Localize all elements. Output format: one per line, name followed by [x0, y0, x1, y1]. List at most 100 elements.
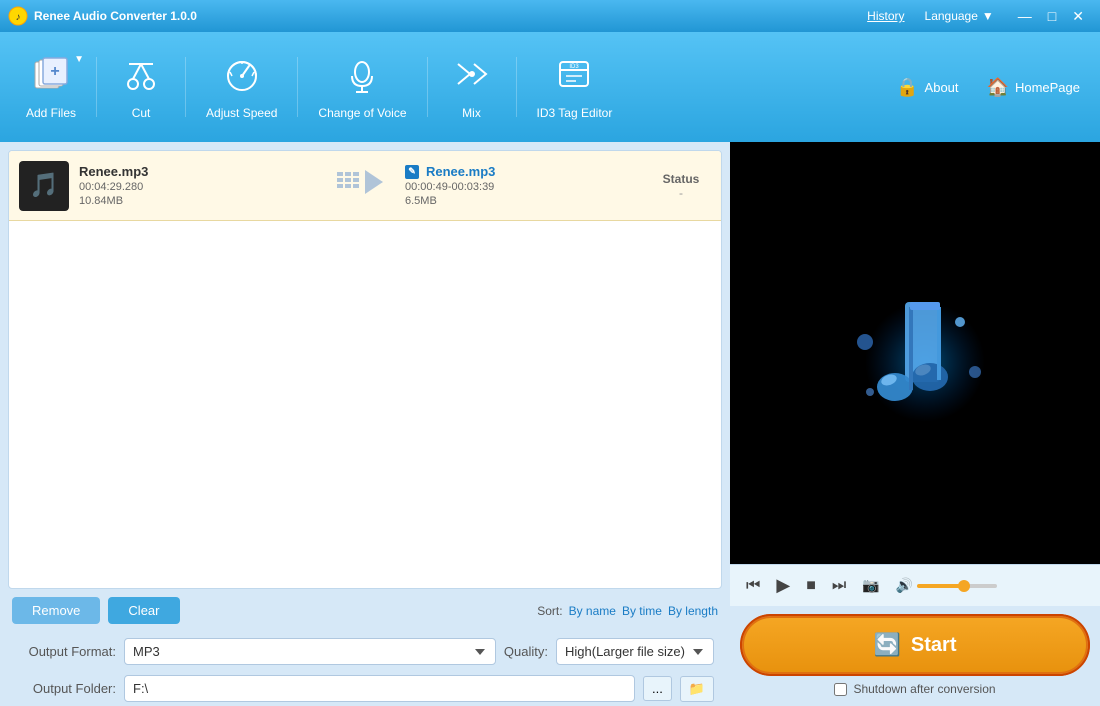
sort-label: Sort:: [537, 604, 562, 618]
output-size: 6.5MB: [405, 195, 641, 207]
screenshot-button[interactable]: 📷: [858, 575, 883, 596]
open-folder-button[interactable]: 📁: [680, 676, 714, 702]
toolbar-divider-1: [96, 57, 97, 117]
folder-label: Output Folder:: [16, 681, 116, 696]
toolbar: ▼ + Add Files Cut: [0, 32, 1100, 142]
change-voice-label: Change of Voice: [318, 106, 406, 120]
adjust-speed-button[interactable]: Adjust Speed: [190, 46, 293, 128]
file-duration: 00:04:29.280: [79, 181, 315, 193]
play-button[interactable]: ▶: [772, 573, 794, 598]
output-folder-row: Output Folder: ... 📁: [8, 671, 722, 706]
shutdown-label[interactable]: Shutdown after conversion: [853, 682, 995, 696]
right-panel: ⏮ ▶ ■ ⏭ 📷 🔊 🔄 Start Shutdown after conve…: [730, 142, 1100, 706]
volume-slider[interactable]: [917, 584, 997, 588]
svg-text:+: +: [50, 63, 59, 80]
language-dropdown-icon: ▼: [982, 9, 994, 23]
add-files-dropdown-icon: ▼: [74, 54, 84, 65]
id3-tag-label: ID3 Tag Editor: [537, 106, 613, 120]
main-area: 🎵 Renee.mp3 00:04:29.280 10.84MB: [0, 142, 1100, 706]
sort-area: Sort: By name By time By length: [537, 604, 718, 618]
volume-icon: 🔊: [896, 577, 913, 594]
browse-button[interactable]: ...: [643, 676, 672, 701]
language-selector[interactable]: Language ▼: [925, 9, 994, 23]
skip-back-button[interactable]: ⏮: [742, 575, 764, 597]
preview-area: [730, 142, 1100, 564]
app-logo: ♪: [8, 6, 28, 26]
toolbar-right: 🔒 About 🏠 HomePage: [886, 71, 1090, 104]
close-button[interactable]: ✕: [1064, 7, 1092, 25]
quality-label: Quality:: [504, 644, 548, 659]
minimize-button[interactable]: —: [1010, 7, 1040, 25]
cut-label: Cut: [132, 106, 151, 120]
svg-text:ID3: ID3: [570, 64, 580, 70]
add-files-label: Add Files: [26, 106, 76, 120]
start-button[interactable]: 🔄 Start: [742, 616, 1088, 674]
file-info: Renee.mp3 00:04:29.280 10.84MB: [79, 164, 315, 207]
adjust-speed-label: Adjust Speed: [206, 106, 277, 120]
toolbar-divider-2: [185, 57, 186, 117]
folder-input[interactable]: [124, 675, 635, 702]
clear-button[interactable]: Clear: [108, 597, 179, 624]
skip-forward-button[interactable]: ⏭: [828, 575, 850, 597]
history-link[interactable]: History: [867, 9, 904, 23]
add-files-button[interactable]: ▼ + Add Files: [10, 46, 92, 128]
homepage-button[interactable]: 🏠 HomePage: [977, 71, 1090, 104]
file-size: 10.84MB: [79, 195, 315, 207]
convert-arrow-icon: [325, 168, 395, 203]
language-label: Language: [925, 9, 978, 23]
file-list: 🎵 Renee.mp3 00:04:29.280 10.84MB: [8, 150, 722, 589]
title-bar: ♪ Renee Audio Converter 1.0.0 History La…: [0, 0, 1100, 32]
remove-button[interactable]: Remove: [12, 597, 100, 624]
sort-by-time[interactable]: By time: [622, 604, 662, 618]
sort-by-length[interactable]: By length: [668, 604, 718, 618]
file-name: Renee.mp3: [79, 164, 315, 179]
music-visual: [815, 252, 1015, 455]
status-label: Status: [651, 172, 711, 186]
folder-icon: 📁: [689, 681, 705, 696]
home-icon: 🏠: [987, 77, 1009, 98]
table-row: 🎵 Renee.mp3 00:04:29.280 10.84MB: [9, 151, 721, 221]
mix-icon: [452, 54, 492, 100]
about-button[interactable]: 🔒 About: [886, 71, 968, 104]
quality-select[interactable]: High(Larger file size): [556, 638, 714, 665]
maximize-button[interactable]: □: [1040, 7, 1064, 25]
app-title: Renee Audio Converter 1.0.0: [34, 9, 867, 23]
mix-button[interactable]: Mix: [432, 46, 512, 128]
output-format-row: Output Format: MP3 Quality: High(Larger …: [8, 632, 722, 671]
bottom-bar: Remove Clear Sort: By name By time By le…: [8, 589, 722, 632]
id3-tag-button[interactable]: ID3 ID3 Tag Editor: [521, 46, 629, 128]
about-label: About: [925, 80, 959, 95]
volume-control: 🔊: [896, 577, 997, 594]
right-bottom: 🔄 Start Shutdown after conversion: [730, 606, 1100, 706]
change-voice-icon: [342, 54, 382, 100]
output-file-name: ✎ Renee.mp3: [405, 164, 641, 179]
toolbar-divider-3: [297, 57, 298, 117]
toolbar-divider-4: [427, 57, 428, 117]
cut-button[interactable]: Cut: [101, 46, 181, 128]
file-thumbnail: 🎵: [19, 161, 69, 211]
shutdown-checkbox[interactable]: [834, 683, 847, 696]
left-panel: 🎵 Renee.mp3 00:04:29.280 10.84MB: [0, 142, 730, 706]
mix-label: Mix: [462, 106, 481, 120]
adjust-speed-icon: [222, 54, 262, 100]
format-label: Output Format:: [16, 644, 116, 659]
file-output: ✎ Renee.mp3 00:00:49-00:03:39 6.5MB: [405, 164, 641, 207]
status-value: -: [651, 186, 711, 200]
start-icon: 🔄: [874, 632, 901, 658]
music-note-icon: 🎵: [29, 171, 59, 200]
format-select[interactable]: MP3: [124, 638, 496, 665]
add-files-icon: +: [31, 54, 71, 100]
start-label: Start: [911, 634, 957, 657]
stop-button[interactable]: ■: [802, 575, 820, 597]
shutdown-row: Shutdown after conversion: [742, 682, 1088, 696]
sort-by-name[interactable]: By name: [569, 604, 616, 618]
edit-icon: ✎: [405, 165, 419, 179]
homepage-label: HomePage: [1015, 80, 1080, 95]
lock-icon: 🔒: [896, 77, 918, 98]
id3-tag-icon: ID3: [554, 54, 594, 100]
player-bar: ⏮ ▶ ■ ⏭ 📷 🔊: [730, 564, 1100, 606]
svg-text:♪: ♪: [16, 12, 21, 23]
toolbar-divider-5: [516, 57, 517, 117]
change-voice-button[interactable]: Change of Voice: [302, 46, 422, 128]
output-time-range: 00:00:49-00:03:39: [405, 181, 641, 193]
